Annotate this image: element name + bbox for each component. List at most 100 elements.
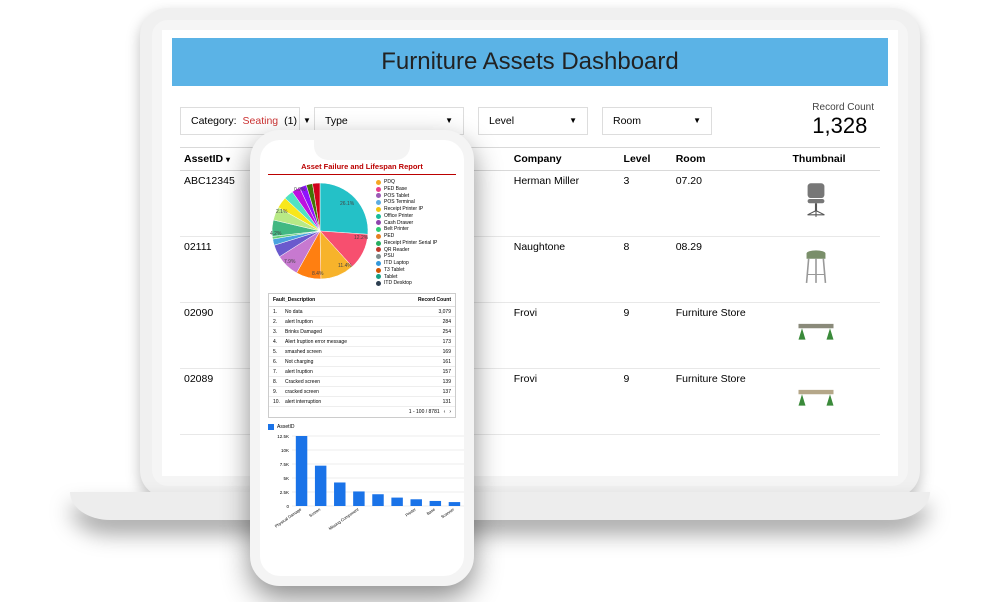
legend-item: PSU <box>376 253 456 260</box>
stool-icon <box>793 241 839 287</box>
pie-label: 4.2% <box>270 231 281 237</box>
legend-label: Receipt Printer Serial IP <box>384 240 437 247</box>
legend-label: POS Tablet <box>384 193 409 200</box>
cell-company: Naughtone <box>510 237 620 303</box>
legend-item: Receipt Printer Serial IP <box>376 240 456 247</box>
chevron-right-icon[interactable]: › <box>449 409 451 415</box>
fault-row[interactable]: 1.No data3,079 <box>269 307 455 317</box>
legend-item: POS Tablet <box>376 193 456 200</box>
fault-row[interactable]: 9.cracked screen137 <box>269 387 455 397</box>
fault-row[interactable]: 5.smashed screen169 <box>269 347 455 357</box>
dot-icon <box>376 207 381 212</box>
chevron-down-icon: ▼ <box>445 116 453 125</box>
dot-icon <box>376 254 381 259</box>
dot-icon <box>376 234 381 239</box>
legend-item: PED <box>376 233 456 240</box>
level-filter-label: Level <box>489 115 514 127</box>
pie-label: 2.1% <box>276 209 287 215</box>
svg-text:Screen: Screen <box>308 507 321 518</box>
record-count: Record Count 1,328 <box>812 102 880 139</box>
pie-label: 12.2% <box>354 235 368 241</box>
office-chair-icon <box>793 175 839 221</box>
legend-label: PED Base <box>384 186 407 193</box>
col-room[interactable]: Room <box>672 148 789 171</box>
svg-text:7.5K: 7.5K <box>280 462 289 467</box>
chevron-down-icon: ▼ <box>303 116 311 125</box>
record-count-label: Record Count <box>812 102 874 113</box>
legend-label: POS Terminal <box>384 199 415 206</box>
legend-item: Office Printer <box>376 213 456 220</box>
dot-icon <box>376 241 381 246</box>
fault-row[interactable]: 4.Alert Iruption error message173 <box>269 337 455 347</box>
legend-label: ITD Laptop <box>384 260 409 267</box>
level-filter[interactable]: Level ▼ <box>478 107 588 135</box>
thumbnail-cell <box>789 369 881 435</box>
fault-row[interactable]: 6.Not charging161 <box>269 357 455 367</box>
fault-row[interactable]: 10.alert interruption131 <box>269 397 455 407</box>
room-filter-label: Room <box>613 115 641 127</box>
legend-item: Belt Printer <box>376 226 456 233</box>
legend-item: T3 Tablet <box>376 267 456 274</box>
phone-frame: Asset Failure and Lifespan Report 26.1%1… <box>250 130 474 586</box>
svg-text:2.5K: 2.5K <box>280 490 289 495</box>
phone-screen: Asset Failure and Lifespan Report 26.1%1… <box>260 140 464 576</box>
pie-label: 8.4% <box>312 271 323 277</box>
dot-icon <box>376 193 381 198</box>
legend-label: QR Reader <box>384 247 409 254</box>
cell-company: Frovi <box>510 369 620 435</box>
dot-icon <box>376 220 381 225</box>
bar-chart[interactable]: AssetID 12.5K10K7.5K5K2.5K0Physical Dama… <box>268 424 456 532</box>
legend-item: PED Base <box>376 186 456 193</box>
legend-label: Cash Drawer <box>384 220 413 227</box>
svg-text:Scanner: Scanner <box>440 506 456 519</box>
cell-level: 3 <box>620 171 672 237</box>
fault-row[interactable]: 8.Cracked screen139 <box>269 377 455 387</box>
dot-icon <box>376 227 381 232</box>
legend-label: Office Printer <box>384 213 413 220</box>
type-filter-label: Type <box>325 115 348 127</box>
legend-label: PED <box>384 233 394 240</box>
dashboard-title: Furniture Assets Dashboard <box>172 38 888 86</box>
fault-footer: 1 - 100 / 8781 <box>409 409 440 415</box>
chevron-left-icon[interactable]: ‹ <box>444 409 446 415</box>
pie-label: 0.9% <box>294 187 305 193</box>
dot-icon <box>376 261 381 266</box>
col-company[interactable]: Company <box>510 148 620 171</box>
cell-level: 9 <box>620 369 672 435</box>
svg-text:Physical Damage: Physical Damage <box>274 506 303 528</box>
fault-header-count: Record Count <box>418 297 451 303</box>
svg-text:Missing Component: Missing Component <box>328 506 361 530</box>
cell-level: 8 <box>620 237 672 303</box>
fault-table: Fault_Description Record Count 1.No data… <box>268 293 456 418</box>
thumbnail-cell <box>789 237 881 303</box>
pie-label: 26.1% <box>340 201 354 207</box>
record-count-value: 1,328 <box>812 113 874 139</box>
cell-room: Furniture Store <box>672 303 789 369</box>
fault-row[interactable]: 2.alert Iruption284 <box>269 317 455 327</box>
fault-row[interactable]: 3.Brinks Damaged254 <box>269 327 455 337</box>
cell-room: Furniture Store <box>672 369 789 435</box>
pie-chart[interactable]: 26.1%12.2%11.4%8.4%7.9%4.2%2.1%0.9% <box>268 179 372 283</box>
svg-text:12.5K: 12.5K <box>277 434 289 439</box>
cell-room: 07.20 <box>672 171 789 237</box>
col-thumbnail[interactable]: Thumbnail <box>789 148 881 171</box>
legend-label: ITD Desktop <box>384 280 412 287</box>
pie-label: 7.9% <box>284 259 295 265</box>
fault-row[interactable]: 7.alert Iruption157 <box>269 367 455 377</box>
legend-item: QR Reader <box>376 247 456 254</box>
legend-item: Cash Drawer <box>376 220 456 227</box>
col-level[interactable]: Level <box>620 148 672 171</box>
svg-text:10K: 10K <box>281 448 289 453</box>
dot-icon <box>376 268 381 273</box>
cell-company: Herman Miller <box>510 171 620 237</box>
legend-label: Receipt Printer IP <box>384 206 423 213</box>
svg-text:Base: Base <box>426 506 437 516</box>
dot-icon <box>376 214 381 219</box>
dot-icon <box>376 187 381 192</box>
room-filter[interactable]: Room ▼ <box>602 107 712 135</box>
dot-icon <box>376 180 381 185</box>
legend-item: ITD Desktop <box>376 280 456 287</box>
legend-label: Tablet <box>384 274 397 281</box>
svg-text:Printer: Printer <box>404 506 417 517</box>
legend-label: Belt Printer <box>384 226 409 233</box>
